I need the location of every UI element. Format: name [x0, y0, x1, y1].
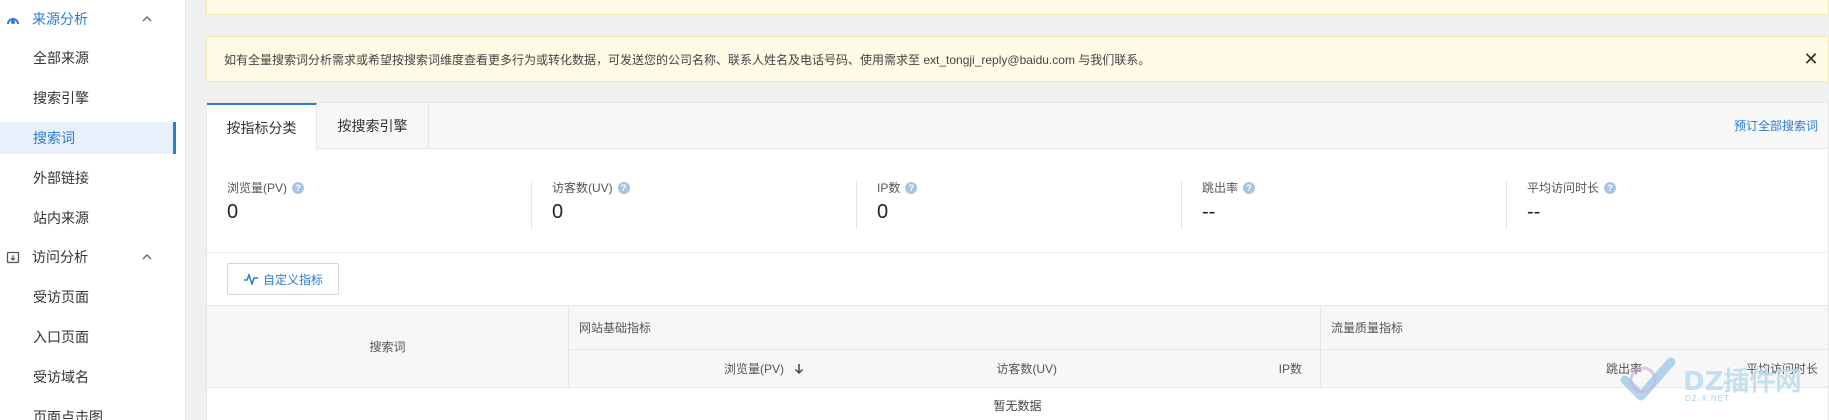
sidebar-item-page-click-map[interactable]: 页面点击图 — [0, 401, 176, 420]
source-analysis-icon — [7, 18, 19, 25]
sidebar-item-label: 受访页面 — [33, 289, 89, 305]
help-icon[interactable]: ? — [1243, 181, 1256, 194]
metric-value: -- — [1202, 201, 1216, 223]
sidebar-item-label: 全部来源 — [33, 50, 89, 66]
metric-ip: IP数? 0 — [857, 149, 1182, 253]
sidebar-item-label: 外部链接 — [33, 170, 89, 186]
watermark-text: DZ插件网 — [1683, 366, 1802, 397]
tab-label: 按搜索引擎 — [337, 118, 408, 134]
tab-by-metric[interactable]: 按指标分类 — [207, 103, 317, 150]
col-header-bounce[interactable]: 跳出率 — [1321, 350, 1656, 388]
logo-check-icon — [1620, 357, 1676, 401]
help-icon[interactable]: ? — [905, 181, 918, 194]
help-icon[interactable]: ? — [617, 181, 630, 194]
col-header-keyword[interactable]: 搜索词 — [207, 306, 569, 388]
sidebar-item-visited-domains[interactable]: 受访域名 — [0, 361, 176, 393]
close-icon[interactable]: ✕ — [1801, 49, 1821, 69]
sidebar-item-entry-pages[interactable]: 入口页面 — [0, 321, 176, 353]
top-notice-bar — [206, 0, 1829, 15]
main-content: 如有全量搜索词分析需求或希望按搜索词维度查看更多行为或转化数据，可发送您的公司名… — [206, 0, 1829, 420]
notice-text: 如有全量搜索词分析需求或希望按搜索词维度查看更多行为或转化数据，可发送您的公司名… — [224, 52, 1151, 67]
sidebar-item-label: 入口页面 — [33, 329, 89, 345]
custom-metrics-label: 自定义指标 — [262, 272, 323, 287]
sidebar-item-external-links[interactable]: 外部链接 — [0, 162, 176, 194]
sidebar-item-all-sources[interactable]: 全部来源 — [0, 42, 176, 74]
header-label: IP数 — [1278, 362, 1302, 376]
tab-by-search-engine[interactable]: 按搜索引擎 — [317, 103, 429, 149]
sidebar-group-visit-analysis[interactable]: 访问分析 — [0, 238, 186, 276]
group-header-quality: 流量质量指标 — [1321, 306, 1828, 350]
metric-label: 访客数(UV) — [552, 181, 613, 195]
metric-label: 平均访问时长 — [1527, 181, 1600, 195]
sort-down-icon[interactable] — [792, 363, 806, 375]
visit-analysis-icon — [6, 251, 20, 264]
data-table: 搜索词 网站基础指标 流量质量指标 浏览量(PV) 访客数(UV) IP数 跳出… — [207, 305, 1828, 420]
help-icon[interactable]: ? — [1604, 181, 1617, 194]
col-header-ip[interactable]: IP数 — [1071, 350, 1321, 388]
sidebar-item-label: 搜索词 — [33, 130, 75, 146]
metric-pv: 浏览量(PV)? 0 — [207, 149, 532, 253]
search-terms-panel: 按指标分类 按搜索引擎 预订全部搜索词 浏览量(PV)? 0 访客数(UV)? … — [206, 102, 1829, 420]
col-header-pv[interactable]: 浏览量(PV) — [569, 350, 820, 388]
metric-uv: 访客数(UV)? 0 — [532, 149, 857, 253]
watermark-subtext: DZ-X.NET — [1685, 394, 1730, 403]
header-label: 网站基础指标 — [579, 321, 652, 335]
sidebar-item-label: 受访域名 — [33, 369, 89, 385]
empty-state: 暂无数据 — [207, 388, 1828, 420]
group-header-basic: 网站基础指标 — [569, 306, 1321, 350]
tab-bar: 按指标分类 按搜索引擎 预订全部搜索词 — [207, 103, 1828, 150]
custom-metrics-button[interactable]: 自定义指标 — [227, 263, 339, 295]
header-label: 浏览量(PV) — [723, 362, 784, 376]
help-icon[interactable]: ? — [292, 181, 305, 194]
sidebar-item-label: 搜索引擎 — [33, 90, 89, 106]
subscribe-all-terms-link[interactable]: 预订全部搜索词 — [1734, 117, 1818, 134]
chevron-up-icon[interactable] — [141, 251, 153, 263]
tab-label: 按指标分类 — [226, 119, 297, 136]
pulse-icon — [243, 273, 258, 285]
sidebar-item-internal-sources[interactable]: 站内来源 — [0, 202, 176, 234]
sidebar-group-label: 来源分析 — [32, 11, 88, 27]
header-label: 流量质量指标 — [1331, 321, 1404, 335]
sidebar-item-label: 页面点击图 — [33, 409, 103, 420]
header-label: 访客数(UV) — [996, 362, 1057, 376]
metric-label: 浏览量(PV) — [227, 181, 288, 195]
sidebar-item-search-engines[interactable]: 搜索引擎 — [0, 82, 176, 114]
metric-label: IP数 — [877, 181, 901, 195]
chevron-up-icon[interactable] — [141, 13, 153, 25]
watermark-logo: DZ插件网 DZ-X.NET — [1619, 348, 1819, 410]
metric-value: 0 — [227, 201, 239, 223]
metrics-summary: 浏览量(PV)? 0 访客数(UV)? 0 IP数? 0 跳出率? -- 平均访… — [207, 149, 1828, 253]
sidebar-group-source-analysis[interactable]: 来源分析 — [0, 0, 186, 38]
metric-label: 跳出率 — [1202, 181, 1239, 195]
empty-text: 暂无数据 — [993, 398, 1042, 413]
metric-value: -- — [1527, 201, 1541, 223]
notice-banner: 如有全量搜索词分析需求或希望按搜索词维度查看更多行为或转化数据，可发送您的公司名… — [206, 36, 1829, 82]
col-header-uv[interactable]: 访客数(UV) — [820, 350, 1071, 388]
sidebar-item-label: 站内来源 — [33, 210, 89, 226]
sidebar-group-label: 访问分析 — [32, 249, 88, 265]
metric-bounce-rate: 跳出率? -- — [1182, 149, 1507, 253]
metric-value: 0 — [552, 201, 564, 223]
metric-avg-visit-time: 平均访问时长? -- — [1507, 149, 1829, 253]
sidebar-item-search-terms[interactable]: 搜索词 — [0, 122, 176, 154]
sidebar: 来源分析 全部来源 搜索引擎 搜索词 外部链接 站内来源 访问分析 受访页面 入… — [0, 0, 186, 420]
header-label: 搜索词 — [369, 340, 406, 354]
metric-value: 0 — [877, 201, 889, 223]
sidebar-item-visited-pages[interactable]: 受访页面 — [0, 281, 176, 313]
